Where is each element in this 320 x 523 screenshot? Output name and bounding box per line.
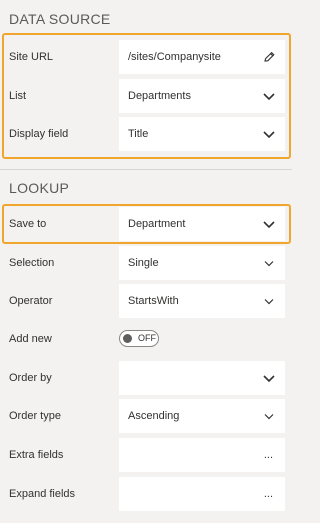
save-to-dropdown[interactable]: Department [119, 207, 285, 241]
order-type-value: Ascending [128, 410, 180, 422]
order-type-dropdown[interactable]: Ascending [119, 399, 285, 433]
selection-label: Selection [9, 257, 55, 269]
operator-row: Operator StartsWith [0, 284, 298, 318]
order-type-label: Order type [9, 410, 61, 422]
display-field-dropdown[interactable]: Title [119, 117, 285, 151]
pencil-icon[interactable] [262, 51, 276, 63]
operator-dropdown[interactable]: StartsWith [119, 284, 285, 318]
selection-dropdown[interactable]: Single [119, 246, 285, 280]
chevron-down-icon [263, 131, 275, 139]
add-new-row: Add new OFF [0, 322, 298, 356]
chevron-down-icon [263, 93, 275, 101]
order-by-row: Order by [0, 361, 298, 395]
save-to-row: Save to Department [0, 207, 298, 241]
extra-fields-label: Extra fields [9, 449, 64, 461]
toggle-state-label: OFF [138, 333, 156, 343]
chevron-down-icon [264, 414, 274, 420]
expand-fields-row: Expand fields ... [0, 477, 298, 511]
selection-row: Selection Single [0, 246, 298, 280]
order-type-row: Order type Ascending [0, 399, 298, 433]
operator-value: StartsWith [128, 295, 179, 307]
extra-fields-field[interactable]: ... [119, 438, 285, 472]
chevron-down-icon [264, 261, 274, 267]
lookup-heading: LOOKUP [9, 180, 70, 196]
site-url-label: Site URL [9, 51, 54, 63]
site-url-row: Site URL /sites/Companysite [0, 40, 298, 74]
site-url-value: /sites/Companysite [128, 51, 221, 63]
extra-fields-row: Extra fields ... [0, 438, 298, 472]
display-field-label: Display field [9, 128, 69, 140]
chevron-down-icon [263, 221, 275, 229]
ellipsis-icon[interactable]: ... [264, 438, 273, 472]
selection-value: Single [128, 257, 159, 269]
list-row: List Departments [0, 79, 298, 113]
data-source-heading: DATA SOURCE [9, 11, 111, 27]
section-divider [0, 169, 292, 170]
save-to-value: Department [128, 218, 186, 230]
list-dropdown[interactable]: Departments [119, 79, 285, 113]
site-url-field[interactable]: /sites/Companysite [119, 40, 285, 74]
list-value: Departments [128, 90, 191, 102]
order-by-dropdown[interactable] [119, 361, 285, 395]
operator-label: Operator [9, 295, 53, 307]
chevron-down-icon [263, 375, 275, 383]
order-by-label: Order by [9, 372, 52, 384]
save-to-label: Save to [9, 218, 47, 230]
display-field-value: Title [128, 128, 149, 140]
list-label: List [9, 90, 27, 102]
display-field-row: Display field Title [0, 117, 298, 151]
ellipsis-icon[interactable]: ... [264, 477, 273, 511]
expand-fields-field[interactable]: ... [119, 477, 285, 511]
expand-fields-label: Expand fields [9, 488, 76, 500]
chevron-down-icon [264, 299, 274, 305]
add-new-toggle[interactable]: OFF [119, 330, 159, 347]
toggle-knob [123, 334, 132, 343]
add-new-label: Add new [9, 333, 52, 345]
